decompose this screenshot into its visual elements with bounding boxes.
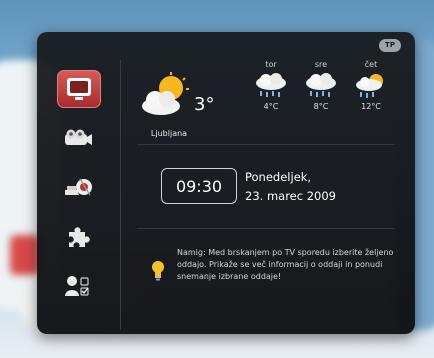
sidebar-item-user-settings[interactable] [57,268,99,304]
sidebar-item-tv[interactable] [57,70,101,108]
forecast-temperature: 8°C [313,102,329,111]
sidebar-item-extensions[interactable] [57,220,99,256]
home-panel: TP 3° Ljubljana tor 4°C sre 8°C čet 12°C… [37,32,415,334]
brand-logo: TP [379,39,401,52]
city-name: Ljubljana [150,129,188,138]
user-settings-icon [65,276,89,296]
current-weather[interactable]: 3° Ljubljana [139,72,215,152]
tv-icon [67,78,91,100]
satellite-dish-icon [65,178,92,196]
camera-icon [65,129,92,145]
forecast-day: tor 4°C [249,60,293,111]
puzzle-icon [69,227,90,247]
rain-icon [256,73,286,97]
clock-display[interactable]: 09:30 [161,168,237,204]
section-divider [137,228,395,229]
current-temperature: 3° [194,94,215,115]
partly-cloudy-icon [142,72,189,115]
rain-icon [306,73,336,97]
copyright-text: Copyright (c) 2006-10 Tom Cook [306,346,420,354]
sidebar-item-satellite[interactable] [57,170,99,206]
date-label: 23. marec 2009 [245,189,336,203]
sidebar-divider [120,60,121,330]
forecast-day-label: tor [265,60,277,69]
forecast-day-label: čet [364,60,378,69]
tip-text: Namig: Med brskanjem po TV sporedu izber… [177,248,394,281]
weekday-label: Ponedeljek, [245,170,312,184]
section-divider [137,144,395,145]
forecast-day: sre 8°C [299,60,343,111]
lightbulb-icon [152,261,164,281]
forecast-temperature: 12°C [361,102,381,111]
forecast-temperature: 4°C [263,102,279,111]
forecast-day: čet 12°C [349,60,393,111]
sidebar-item-camera[interactable] [57,120,99,156]
background-shape [10,235,40,275]
forecast-day-label: sre [314,60,328,69]
sun-rain-icon [356,74,383,98]
